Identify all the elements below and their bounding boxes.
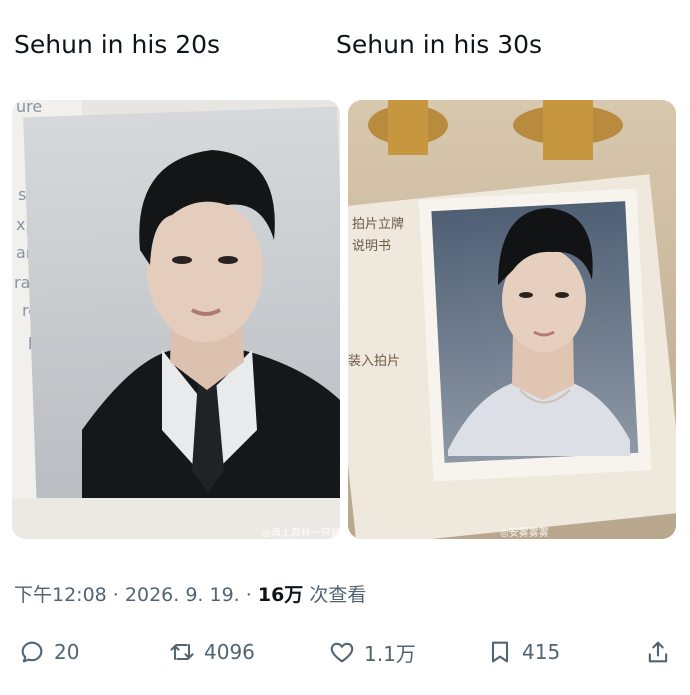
svg-text:ure: ure: [16, 100, 42, 116]
reply-icon: [21, 641, 43, 663]
caption-left: Sehun in his 20s: [14, 30, 221, 59]
tweet-meta: 下午12:08 · 2026. 9. 19. · 16万 次查看: [14, 580, 366, 607]
bookmark-button[interactable]: 415: [486, 630, 560, 674]
bookmark-icon: [491, 641, 509, 663]
photo-left[interactable]: ure s xp an rav reas pas any: [12, 100, 340, 539]
action-bar: 20 4096 1.1万 415: [0, 630, 690, 674]
heart-icon: [330, 642, 354, 663]
share-icon: [648, 641, 668, 663]
photo-left-watermark: ◎海上森林一只猫: [262, 528, 341, 539]
meta-separator: ·: [106, 584, 125, 606]
like-button[interactable]: 1.1万: [328, 630, 416, 674]
timestamp-date[interactable]: 2026. 9. 19.: [125, 584, 240, 606]
svg-text:说明书: 说明书: [352, 239, 391, 254]
bookmark-count: 415: [522, 640, 561, 664]
reply-button[interactable]: 20: [18, 630, 79, 674]
reply-count: 20: [54, 640, 80, 664]
timestamp-time[interactable]: 下午12:08: [14, 584, 107, 606]
retweet-count: 4096: [204, 640, 255, 664]
share-button[interactable]: [644, 630, 672, 674]
photo-left-image: ure s xp an rav reas pas any: [12, 100, 340, 539]
photo-right-watermark: ◎安雾雾雾: [500, 528, 549, 539]
retweet-icon: [170, 643, 194, 661]
caption-right: Sehun in his 30s: [336, 30, 543, 59]
photo-right-image: 拍片立牌 说明书 装入拍片: [348, 100, 676, 539]
svg-text:拍片立牌: 拍片立牌: [352, 216, 404, 232]
svg-text:装入拍片: 装入拍片: [348, 354, 400, 369]
photo-right[interactable]: 拍片立牌 说明书 装入拍片: [348, 100, 676, 539]
like-count: 1.1万: [364, 641, 416, 666]
view-label: 次查看: [303, 584, 367, 606]
retweet-button[interactable]: 4096: [168, 630, 255, 674]
meta-separator: ·: [239, 584, 258, 606]
svg-text:s: s: [18, 185, 26, 204]
view-count: 16万: [257, 584, 304, 606]
